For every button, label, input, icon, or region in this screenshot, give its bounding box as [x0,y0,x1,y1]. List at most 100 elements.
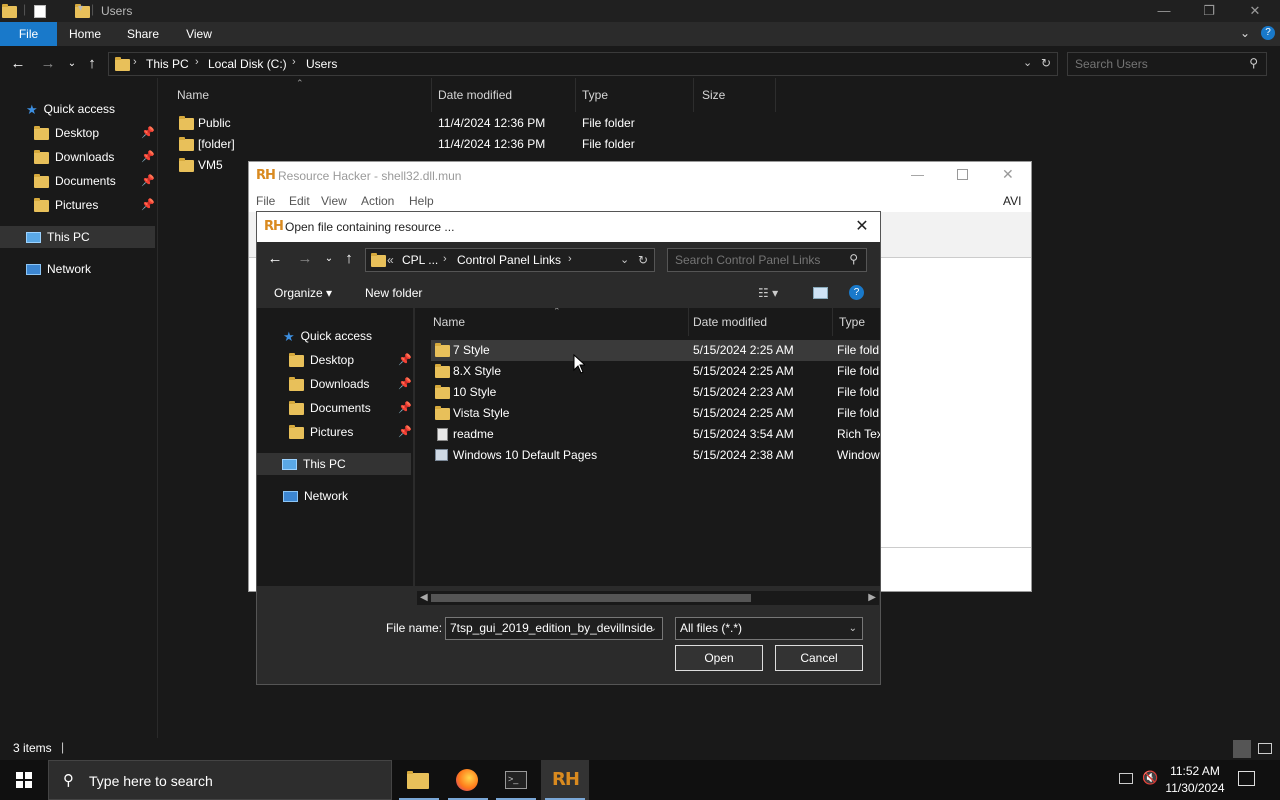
pin-icon[interactable]: 📌 [141,174,155,187]
chevron-down-icon[interactable]: ⌄ [1240,26,1250,40]
file-row[interactable]: 8.X Style 5/15/2024 2:25 AM File fold [431,361,880,382]
search-input[interactable] [1075,56,1245,72]
open-button[interactable]: Open [675,645,763,671]
column-date-modified[interactable]: Date modified [428,78,576,112]
cancel-button[interactable]: Cancel [775,645,863,671]
file-row[interactable]: Windows 10 Default Pages 5/15/2024 2:38 … [431,445,880,466]
pin-icon[interactable]: 📌 [398,401,412,414]
tab-home[interactable]: Home [62,22,108,46]
filename-field[interactable]: 7tsp_gui_2019_edition_by_devillnside ⌄ [445,617,663,640]
taskbar-resource-hacker[interactable]: RH [541,760,589,800]
notifications-icon[interactable] [1238,771,1255,786]
nav-this-pc[interactable]: This PC [0,226,155,248]
column-date-modified[interactable]: Date modified [675,308,833,336]
breadcrumb-cpl[interactable]: CPL ... [402,253,438,267]
help-icon[interactable]: ? [1261,26,1275,40]
tab-file[interactable]: File [0,22,57,46]
details-view-icon[interactable] [1233,740,1251,758]
customize-qat-icon[interactable]: ▾ [78,3,83,14]
file-row[interactable]: Public 11/4/2024 12:36 PM File folder [176,113,776,134]
organize-button[interactable]: Organize ▾ [274,280,332,306]
new-folder-button[interactable]: New folder [365,280,422,306]
preview-pane-icon[interactable] [813,287,828,299]
pin-icon[interactable]: 📌 [141,150,155,163]
pin-icon[interactable]: 📌 [398,377,412,390]
breadcrumb-control-panel-links[interactable]: Control Panel Links [457,253,561,267]
refresh-icon[interactable]: ↻ [1041,56,1051,70]
nav-documents[interactable]: Documents [289,397,371,419]
chevron-down-icon[interactable]: ⌄ [649,618,657,639]
system-clock[interactable]: 11:52 AM 11/30/2024 [1160,763,1230,797]
nav-downloads[interactable]: Downloads [34,146,114,168]
taskbar-terminal[interactable]: >_ [492,760,540,800]
tab-share[interactable]: Share [120,22,166,46]
close-button[interactable]: ✕ [1002,166,1014,183]
taskbar-search[interactable]: ⚲ Type here to search [48,760,392,800]
large-icons-view-icon[interactable] [1258,743,1272,754]
file-row[interactable]: [folder] 11/4/2024 12:36 PM File folder [176,134,776,155]
column-name[interactable]: Name [415,308,689,336]
view-options-icon[interactable]: ☷ ▾ [758,280,778,306]
taskbar-file-explorer[interactable] [395,760,443,800]
menu-action[interactable]: Action [361,194,394,208]
nav-network[interactable]: Network [283,485,348,507]
column-type[interactable]: Type [821,308,880,336]
dialog-search-box[interactable]: ⚲ [667,248,867,272]
tab-view[interactable]: View [176,22,222,46]
pin-icon[interactable]: 📌 [141,126,155,139]
pin-icon[interactable]: 📌 [398,353,412,366]
file-type-filter[interactable]: All files (*.*) ⌄ [675,617,863,640]
nav-pictures[interactable]: Pictures [34,194,98,216]
nav-desktop[interactable]: Desktop [289,349,354,371]
nav-network[interactable]: Network [26,258,91,280]
back-arrow-icon[interactable]: ← [8,54,28,74]
menu-view[interactable]: View [321,194,347,208]
dialog-search-input[interactable] [675,252,845,268]
close-button[interactable]: ✕ [1232,0,1278,22]
network-tray-icon[interactable] [1119,773,1133,784]
menu-file[interactable]: File [256,194,275,208]
column-size[interactable]: Size [692,78,776,112]
dialog-address-bar[interactable]: « CPL ... › Control Panel Links › ⌄ ↻ [365,248,655,272]
file-row[interactable]: 7 Style 5/15/2024 2:25 AM File fold [431,340,880,361]
close-button[interactable]: ✕ [852,217,872,237]
forward-arrow-icon[interactable]: → [38,54,58,74]
address-dropdown-icon[interactable]: ⌄ [620,253,629,266]
maximize-button[interactable] [957,169,968,180]
menu-help[interactable]: Help [409,194,434,208]
scroll-left-icon[interactable]: ◀ [420,591,428,605]
breadcrumb-separator[interactable]: › [195,56,199,68]
breadcrumb-separator[interactable]: › [443,253,447,265]
chevron-down-icon[interactable]: ⌄ [849,618,857,639]
refresh-icon[interactable]: ↻ [638,253,648,267]
up-arrow-icon[interactable]: ↑ [339,249,359,269]
forward-arrow-icon[interactable]: → [295,249,315,269]
column-name[interactable]: Name [167,78,432,112]
recent-locations-icon[interactable]: ⌄ [62,54,82,74]
taskbar-firefox[interactable] [444,760,492,800]
address-bar[interactable]: › This PC › Local Disk (C:) › Users ⌄ ↻ [108,52,1058,76]
volume-muted-icon[interactable]: 🔇 [1142,770,1158,786]
nav-desktop[interactable]: Desktop [34,122,99,144]
recent-locations-icon[interactable]: ⌄ [319,249,339,269]
help-icon[interactable]: ? [849,285,864,300]
overflow-icon[interactable]: « [387,253,394,267]
breadcrumb-separator[interactable]: › [568,253,572,265]
minimize-button[interactable]: — [911,167,924,182]
restore-button[interactable]: ❐ [1186,0,1232,22]
breadcrumb-users[interactable]: Users [306,57,337,71]
minimize-button[interactable]: — [1141,0,1187,22]
scroll-right-icon[interactable]: ▶ [868,591,876,605]
breadcrumb-separator[interactable]: › [292,56,296,68]
file-row[interactable]: readme 5/15/2024 3:54 AM Rich Tex [431,424,880,445]
scrollbar-thumb[interactable] [431,594,751,602]
breadcrumb-separator[interactable]: › [133,56,137,68]
start-button[interactable] [0,760,48,800]
breadcrumb-local-disk[interactable]: Local Disk (C:) [208,57,287,71]
nav-pictures[interactable]: Pictures [289,421,353,443]
pin-icon[interactable]: 📌 [398,425,412,438]
up-arrow-icon[interactable]: ↑ [82,54,102,74]
nav-downloads[interactable]: Downloads [289,373,369,395]
nav-documents[interactable]: Documents [34,170,116,192]
file-row[interactable]: Vista Style 5/15/2024 2:25 AM File fold [431,403,880,424]
